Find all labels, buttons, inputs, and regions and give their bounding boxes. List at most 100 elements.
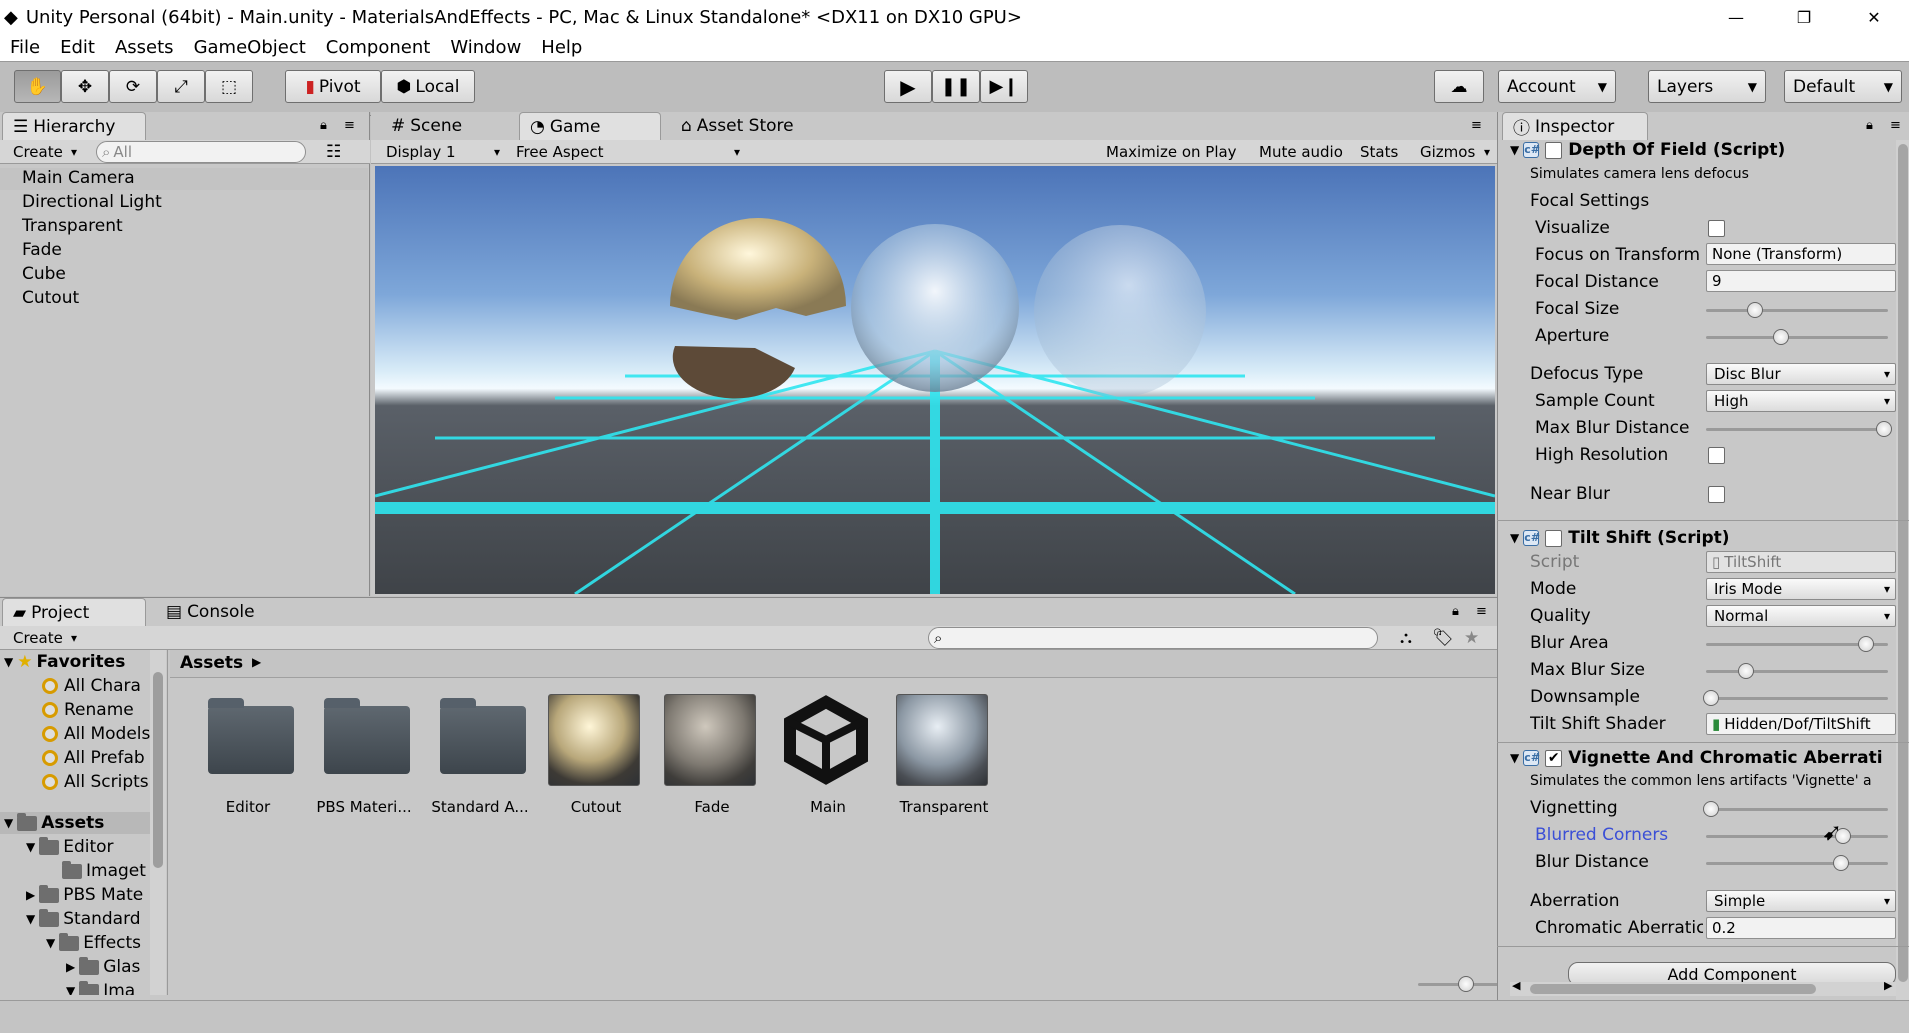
menu-window[interactable]: Window — [440, 37, 531, 58]
hierarchy-search-input[interactable]: ⌕ All — [96, 141, 306, 163]
lock-icon[interactable]: 🔒︎ — [320, 118, 327, 133]
cloud-icon[interactable]: ☁ — [1434, 70, 1484, 103]
quality-dropdown[interactable]: Normal — [1706, 605, 1896, 627]
hierarchy-create-dropdown[interactable]: Create — [6, 141, 82, 163]
panel-menu-icon[interactable]: ≡ — [1890, 118, 1901, 133]
project-search-input[interactable]: ⌕ — [928, 627, 1378, 649]
lock-icon[interactable]: 🔒︎ — [1866, 118, 1873, 133]
slider-knob[interactable] — [1858, 636, 1875, 652]
gizmos-dropdown[interactable]: Gizmos — [1413, 141, 1495, 163]
tree-folder[interactable]: ▼ Standard — [26, 908, 141, 929]
rect-tool-icon[interactable]: ⬚ — [205, 70, 253, 103]
slider-knob[interactable] — [1747, 302, 1764, 318]
aspect-dropdown[interactable]: Free Aspect — [509, 141, 745, 163]
hierarchy-item[interactable]: Main Camera — [22, 168, 135, 188]
game-viewport[interactable] — [375, 166, 1495, 594]
tilt-shift-shader-field[interactable]: ▮ Hidden/Dof/TiltShift — [1706, 713, 1896, 735]
chromatic-aberration-field[interactable]: 0.2 — [1706, 917, 1896, 939]
component-tiltshift-header[interactable]: ▼ c# Tilt Shift (Script) — [1510, 526, 1909, 550]
downsample-slider[interactable] — [1703, 690, 1888, 706]
focal-size-slider[interactable] — [1706, 302, 1888, 318]
star-icon[interactable]: ★ — [1464, 628, 1479, 648]
scale-tool-icon[interactable]: ⤢ — [157, 70, 205, 103]
tree-favorite-item[interactable]: Rename — [42, 700, 134, 720]
close-button[interactable]: ✕ — [1840, 0, 1908, 34]
pivot-toggle[interactable]: ▮ Pivot — [285, 70, 381, 103]
tree-favorite-item[interactable]: All Scripts — [42, 772, 149, 792]
tab-game[interactable]: ◔ Game — [519, 112, 661, 140]
restore-button[interactable]: ❐ — [1770, 0, 1838, 34]
filter-type-icon[interactable]: ⛬ — [1400, 628, 1412, 648]
menu-assets[interactable]: Assets — [105, 37, 184, 58]
slider-knob[interactable] — [1832, 855, 1849, 871]
panel-menu-icon[interactable]: ≡ — [344, 118, 355, 133]
icon-size-slider[interactable] — [1418, 976, 1500, 992]
vignetting-slider[interactable] — [1703, 801, 1888, 817]
layers-dropdown[interactable]: Layers ▼ — [1648, 70, 1766, 103]
aberration-dropdown[interactable]: Simple — [1706, 890, 1896, 912]
pause-button[interactable]: ❚❚ — [932, 70, 980, 103]
tree-favorite-item[interactable]: All Prefab — [42, 748, 145, 768]
inspector-hscrollbar[interactable]: ◀ ▶ — [1510, 979, 1896, 996]
hand-tool-icon[interactable]: ✋ — [14, 70, 61, 103]
account-dropdown[interactable]: Account ▼ — [1498, 70, 1616, 103]
menu-help[interactable]: Help — [531, 37, 592, 58]
tree-favorite-item[interactable]: All Chara — [42, 676, 141, 696]
slider-knob[interactable] — [1876, 421, 1893, 437]
aperture-slider[interactable] — [1706, 329, 1888, 345]
panel-menu-icon[interactable]: ≡ — [1471, 118, 1482, 133]
tree-folder[interactable]: ▼ Editor — [26, 836, 114, 857]
menu-gameobject[interactable]: GameObject — [184, 37, 316, 58]
tree-folder[interactable]: ▼ Ima — [66, 980, 135, 995]
sample-count-dropdown[interactable]: High — [1706, 390, 1896, 412]
tree-folder[interactable]: ▼ Effects — [46, 932, 141, 953]
component-vignette-header[interactable]: ▼ c# ✔ Vignette And Chromatic Aberrati — [1510, 746, 1909, 770]
inspector-scrollbar[interactable] — [1896, 140, 1909, 1000]
breadcrumb-assets[interactable]: Assets — [180, 653, 243, 673]
menu-component[interactable]: Component — [316, 37, 441, 58]
hierarchy-item[interactable]: Fade — [22, 240, 62, 260]
hierarchy-item[interactable]: Transparent — [22, 216, 123, 236]
display-dropdown[interactable]: Display 1 — [379, 141, 505, 163]
play-button[interactable]: ▶ — [884, 70, 932, 103]
hierarchy-item[interactable]: Cutout — [22, 288, 79, 308]
scroll-right-icon[interactable]: ▶ — [1884, 979, 1892, 992]
blur-area-slider[interactable] — [1706, 636, 1888, 652]
dof-enable-checkbox[interactable] — [1545, 141, 1563, 159]
hierarchy-item[interactable]: Directional Light — [22, 192, 162, 212]
tree-folder[interactable]: ▶ PBS Mate — [26, 884, 143, 905]
defocus-type-dropdown[interactable]: Disc Blur — [1706, 363, 1896, 385]
step-button[interactable]: ▶❙ — [980, 70, 1028, 103]
tab-hierarchy[interactable]: ☰ Hierarchy — [2, 112, 146, 140]
label-icon[interactable]: 🏷︎ — [1432, 628, 1454, 648]
stats-toggle[interactable]: Stats — [1360, 143, 1398, 161]
tiltshift-enable-checkbox[interactable] — [1545, 529, 1563, 547]
slider-knob[interactable] — [1703, 690, 1720, 706]
move-tool-icon[interactable]: ✥ — [61, 70, 109, 103]
tree-favorite-item[interactable]: All Models — [42, 724, 150, 744]
focal-distance-field[interactable]: 9 — [1706, 270, 1896, 292]
project-create-dropdown[interactable]: Create — [6, 627, 82, 649]
high-resolution-checkbox[interactable] — [1708, 447, 1725, 464]
max-blur-distance-slider[interactable] — [1706, 421, 1893, 437]
slider-knob[interactable] — [1738, 663, 1755, 679]
tab-asset-store[interactable]: ⌂ Asset Store — [671, 112, 841, 140]
filter-icon[interactable]: ☷ — [326, 142, 341, 162]
tree-assets[interactable]: ▼ Assets — [4, 812, 104, 833]
scroll-left-icon[interactable]: ◀ — [1512, 979, 1520, 992]
near-blur-checkbox[interactable] — [1708, 486, 1725, 503]
maximize-on-play-toggle[interactable]: Maximize on Play — [1106, 143, 1237, 161]
tree-scrollbar[interactable] — [150, 650, 166, 995]
inspector-hscrollbar-thumb[interactable] — [1530, 984, 1816, 994]
blur-distance-slider[interactable] — [1706, 855, 1888, 871]
minimize-button[interactable]: — — [1702, 0, 1770, 34]
inspector-scrollbar-thumb[interactable] — [1898, 144, 1908, 982]
lock-icon[interactable]: 🔒︎ — [1452, 604, 1459, 619]
tree-scrollbar-thumb[interactable] — [153, 672, 163, 868]
vignette-enable-checkbox[interactable]: ✔ — [1545, 749, 1563, 767]
tree-folder[interactable]: ▶ Glas — [66, 956, 140, 977]
slider-knob[interactable] — [1458, 976, 1474, 992]
tab-console[interactable]: ▤ Console — [156, 598, 286, 626]
slider-knob[interactable] — [1703, 801, 1720, 817]
tab-scene[interactable]: # Scene — [381, 112, 511, 140]
